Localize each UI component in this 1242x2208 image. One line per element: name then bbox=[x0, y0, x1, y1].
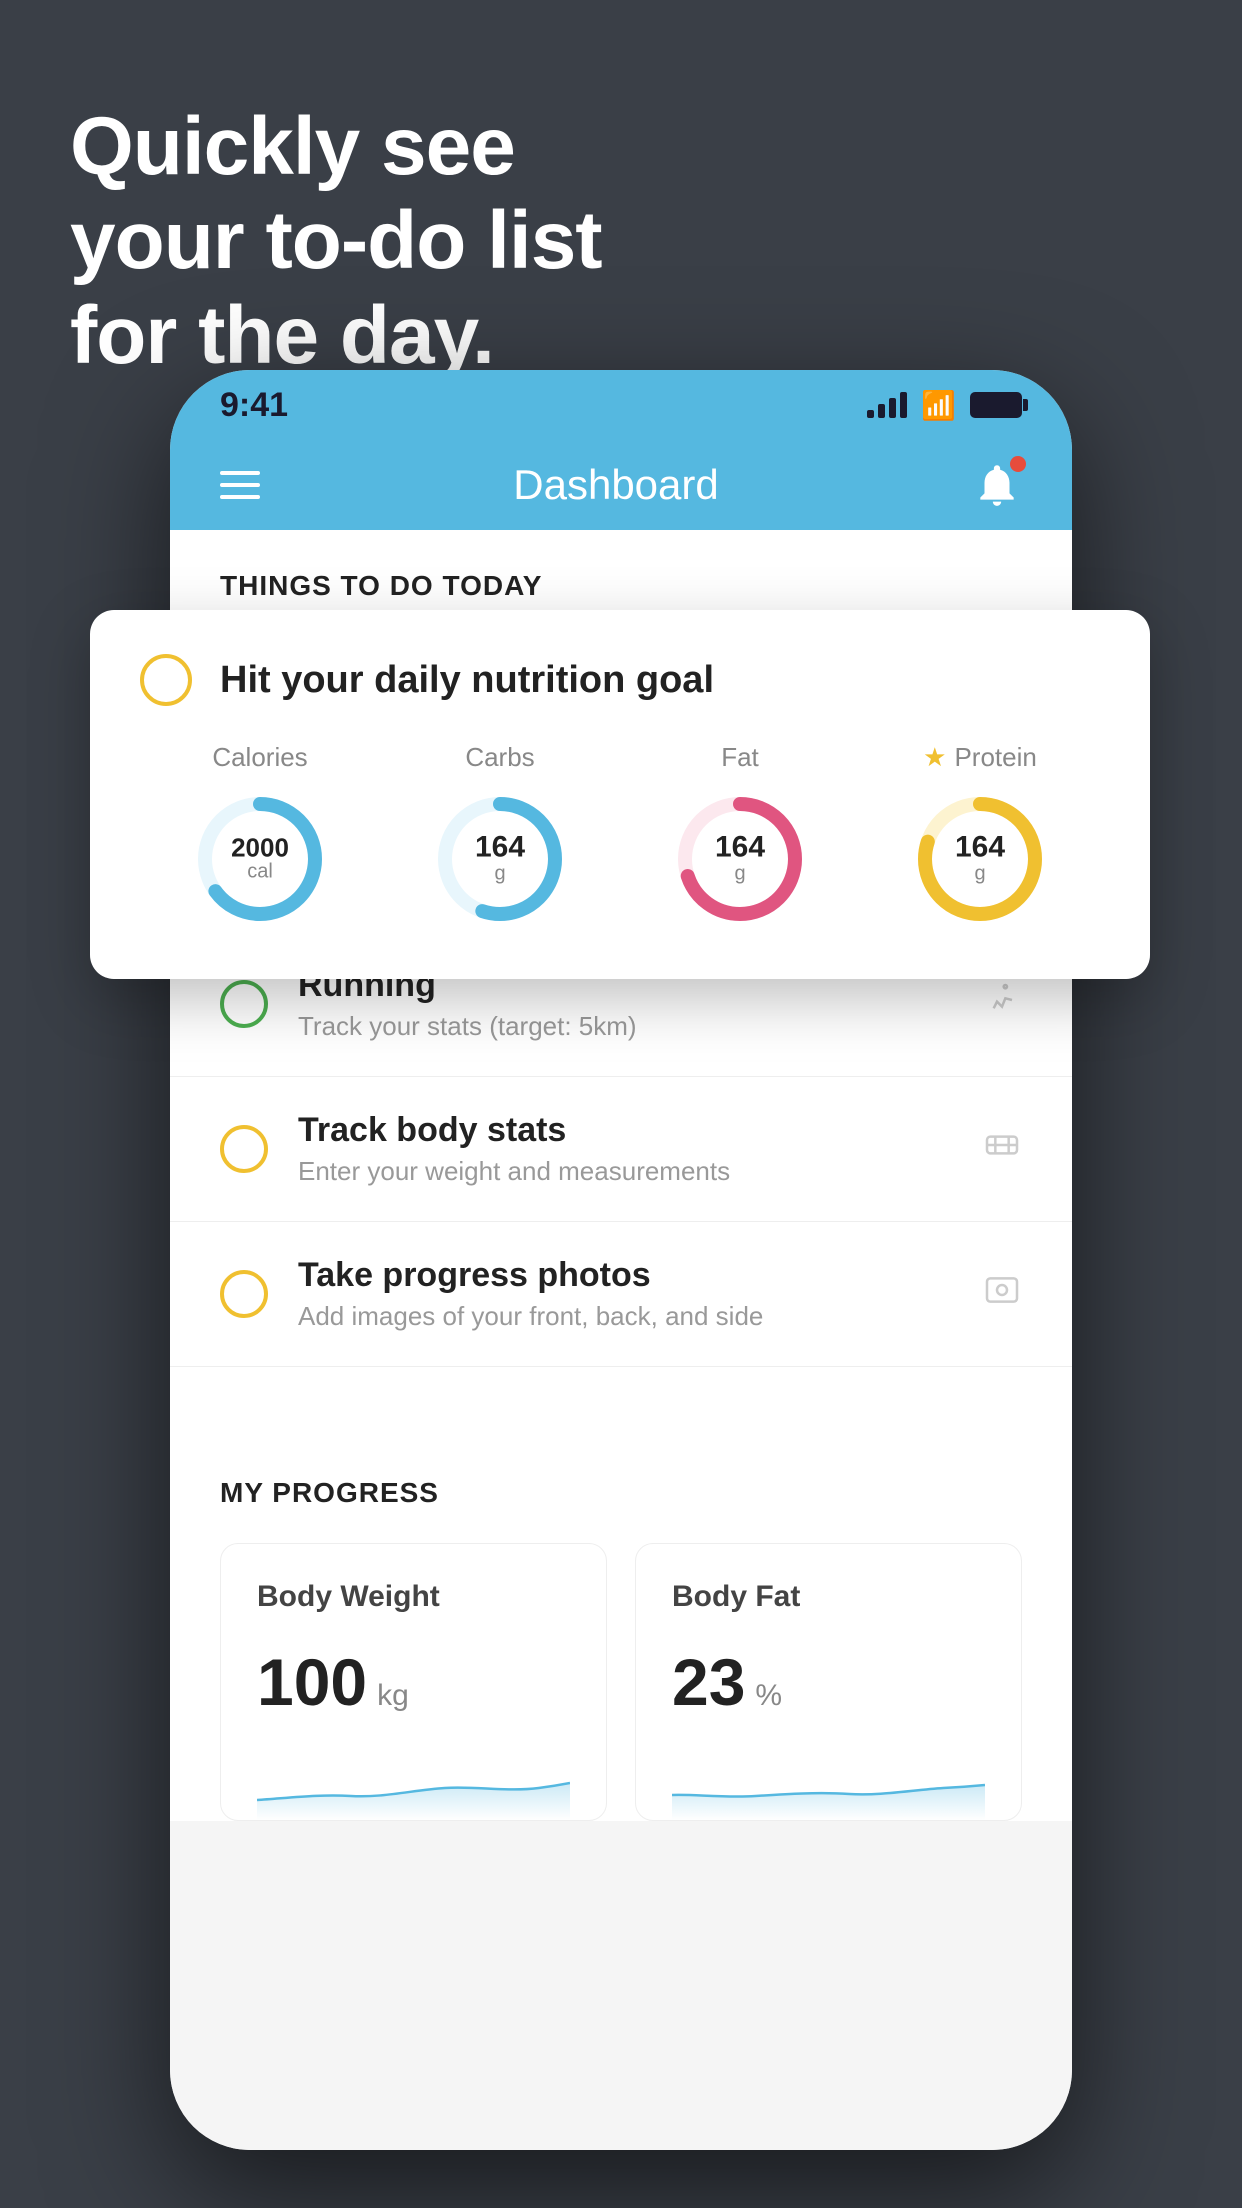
carbs-item: Carbs 164 g bbox=[430, 742, 570, 929]
progress-cards: Body Weight 100 kg bbox=[220, 1543, 1022, 1821]
fat-item: Fat 164 g bbox=[670, 742, 810, 929]
nutrition-circles: Calories 2000 cal Carbs bbox=[140, 742, 1100, 929]
todo-list: Running Track your stats (target: 5km) T… bbox=[170, 932, 1072, 1367]
body-stats-title: Track body stats bbox=[298, 1111, 982, 1150]
list-item-photos[interactable]: Take progress photos Add images of your … bbox=[170, 1222, 1072, 1367]
nutrition-title: Hit your daily nutrition goal bbox=[220, 659, 714, 702]
calories-unit: cal bbox=[231, 861, 289, 884]
protein-item: ★Protein 164 g bbox=[910, 742, 1050, 929]
status-time: 9:41 bbox=[220, 386, 288, 425]
body-weight-unit: kg bbox=[377, 1679, 409, 1713]
progress-section: MY PROGRESS Body Weight 100 kg bbox=[170, 1427, 1072, 1821]
calories-item: Calories 2000 cal bbox=[190, 742, 330, 929]
body-fat-title: Body Fat bbox=[672, 1580, 985, 1614]
carbs-unit: g bbox=[475, 863, 525, 886]
carbs-donut: 164 g bbox=[430, 789, 570, 929]
fat-label: Fat bbox=[721, 742, 759, 773]
body-weight-card[interactable]: Body Weight 100 kg bbox=[220, 1543, 607, 1821]
body-weight-title: Body Weight bbox=[257, 1580, 570, 1614]
carbs-label: Carbs bbox=[465, 742, 534, 773]
fat-donut: 164 g bbox=[670, 789, 810, 929]
calories-value: 2000 bbox=[231, 835, 289, 861]
photos-title: Take progress photos bbox=[298, 1256, 982, 1295]
nutrition-checkbox[interactable] bbox=[140, 654, 192, 706]
fat-value: 164 bbox=[715, 833, 765, 863]
running-icon bbox=[982, 980, 1022, 1029]
hamburger-menu[interactable] bbox=[220, 471, 260, 499]
list-item-body-stats[interactable]: Track body stats Enter your weight and m… bbox=[170, 1077, 1072, 1222]
photos-subtitle: Add images of your front, back, and side bbox=[298, 1301, 982, 1332]
protein-value: 164 bbox=[955, 833, 1005, 863]
photos-content: Take progress photos Add images of your … bbox=[298, 1256, 982, 1332]
nutrition-card-header: Hit your daily nutrition goal bbox=[140, 654, 1100, 706]
body-stats-subtitle: Enter your weight and measurements bbox=[298, 1156, 982, 1187]
calories-donut: 2000 cal bbox=[190, 789, 330, 929]
body-stats-icon bbox=[982, 1125, 1022, 1174]
carbs-value: 164 bbox=[475, 833, 525, 863]
nutrition-card: Hit your daily nutrition goal Calories 2… bbox=[90, 610, 1150, 979]
body-fat-unit: % bbox=[755, 1679, 782, 1713]
body-fat-number: 23 bbox=[672, 1644, 745, 1720]
fat-unit: g bbox=[715, 863, 765, 886]
body-stats-content: Track body stats Enter your weight and m… bbox=[298, 1111, 982, 1187]
photos-checkbox[interactable] bbox=[220, 1270, 268, 1318]
protein-label: ★Protein bbox=[923, 742, 1037, 773]
things-section: THINGS TO DO TODAY bbox=[170, 530, 1072, 622]
notifications-button[interactable] bbox=[972, 460, 1022, 510]
body-weight-value-container: 100 kg bbox=[257, 1644, 570, 1720]
running-checkbox[interactable] bbox=[220, 980, 268, 1028]
notification-dot bbox=[1010, 456, 1026, 472]
body-fat-value-container: 23 % bbox=[672, 1644, 985, 1720]
protein-donut: 164 g bbox=[910, 789, 1050, 929]
progress-header: MY PROGRESS bbox=[220, 1477, 1022, 1509]
protein-unit: g bbox=[955, 863, 1005, 886]
body-fat-card[interactable]: Body Fat 23 % bbox=[635, 1543, 1022, 1821]
wifi-icon: 📶 bbox=[921, 389, 956, 422]
photos-icon bbox=[982, 1270, 1022, 1319]
battery-icon bbox=[970, 392, 1022, 418]
status-icons: 📶 bbox=[867, 389, 1022, 422]
calories-label: Calories bbox=[212, 742, 307, 773]
body-weight-chart bbox=[257, 1750, 570, 1820]
protein-star-icon: ★ bbox=[923, 742, 946, 773]
body-fat-chart bbox=[672, 1750, 985, 1820]
nav-title: Dashboard bbox=[513, 461, 718, 509]
body-weight-number: 100 bbox=[257, 1644, 367, 1720]
headline: Quickly see your to-do list for the day. bbox=[70, 100, 602, 383]
nav-bar: Dashboard bbox=[170, 440, 1072, 530]
signal-icon bbox=[867, 392, 907, 418]
status-bar: 9:41 📶 bbox=[170, 370, 1072, 440]
body-stats-checkbox[interactable] bbox=[220, 1125, 268, 1173]
running-subtitle: Track your stats (target: 5km) bbox=[298, 1011, 982, 1042]
